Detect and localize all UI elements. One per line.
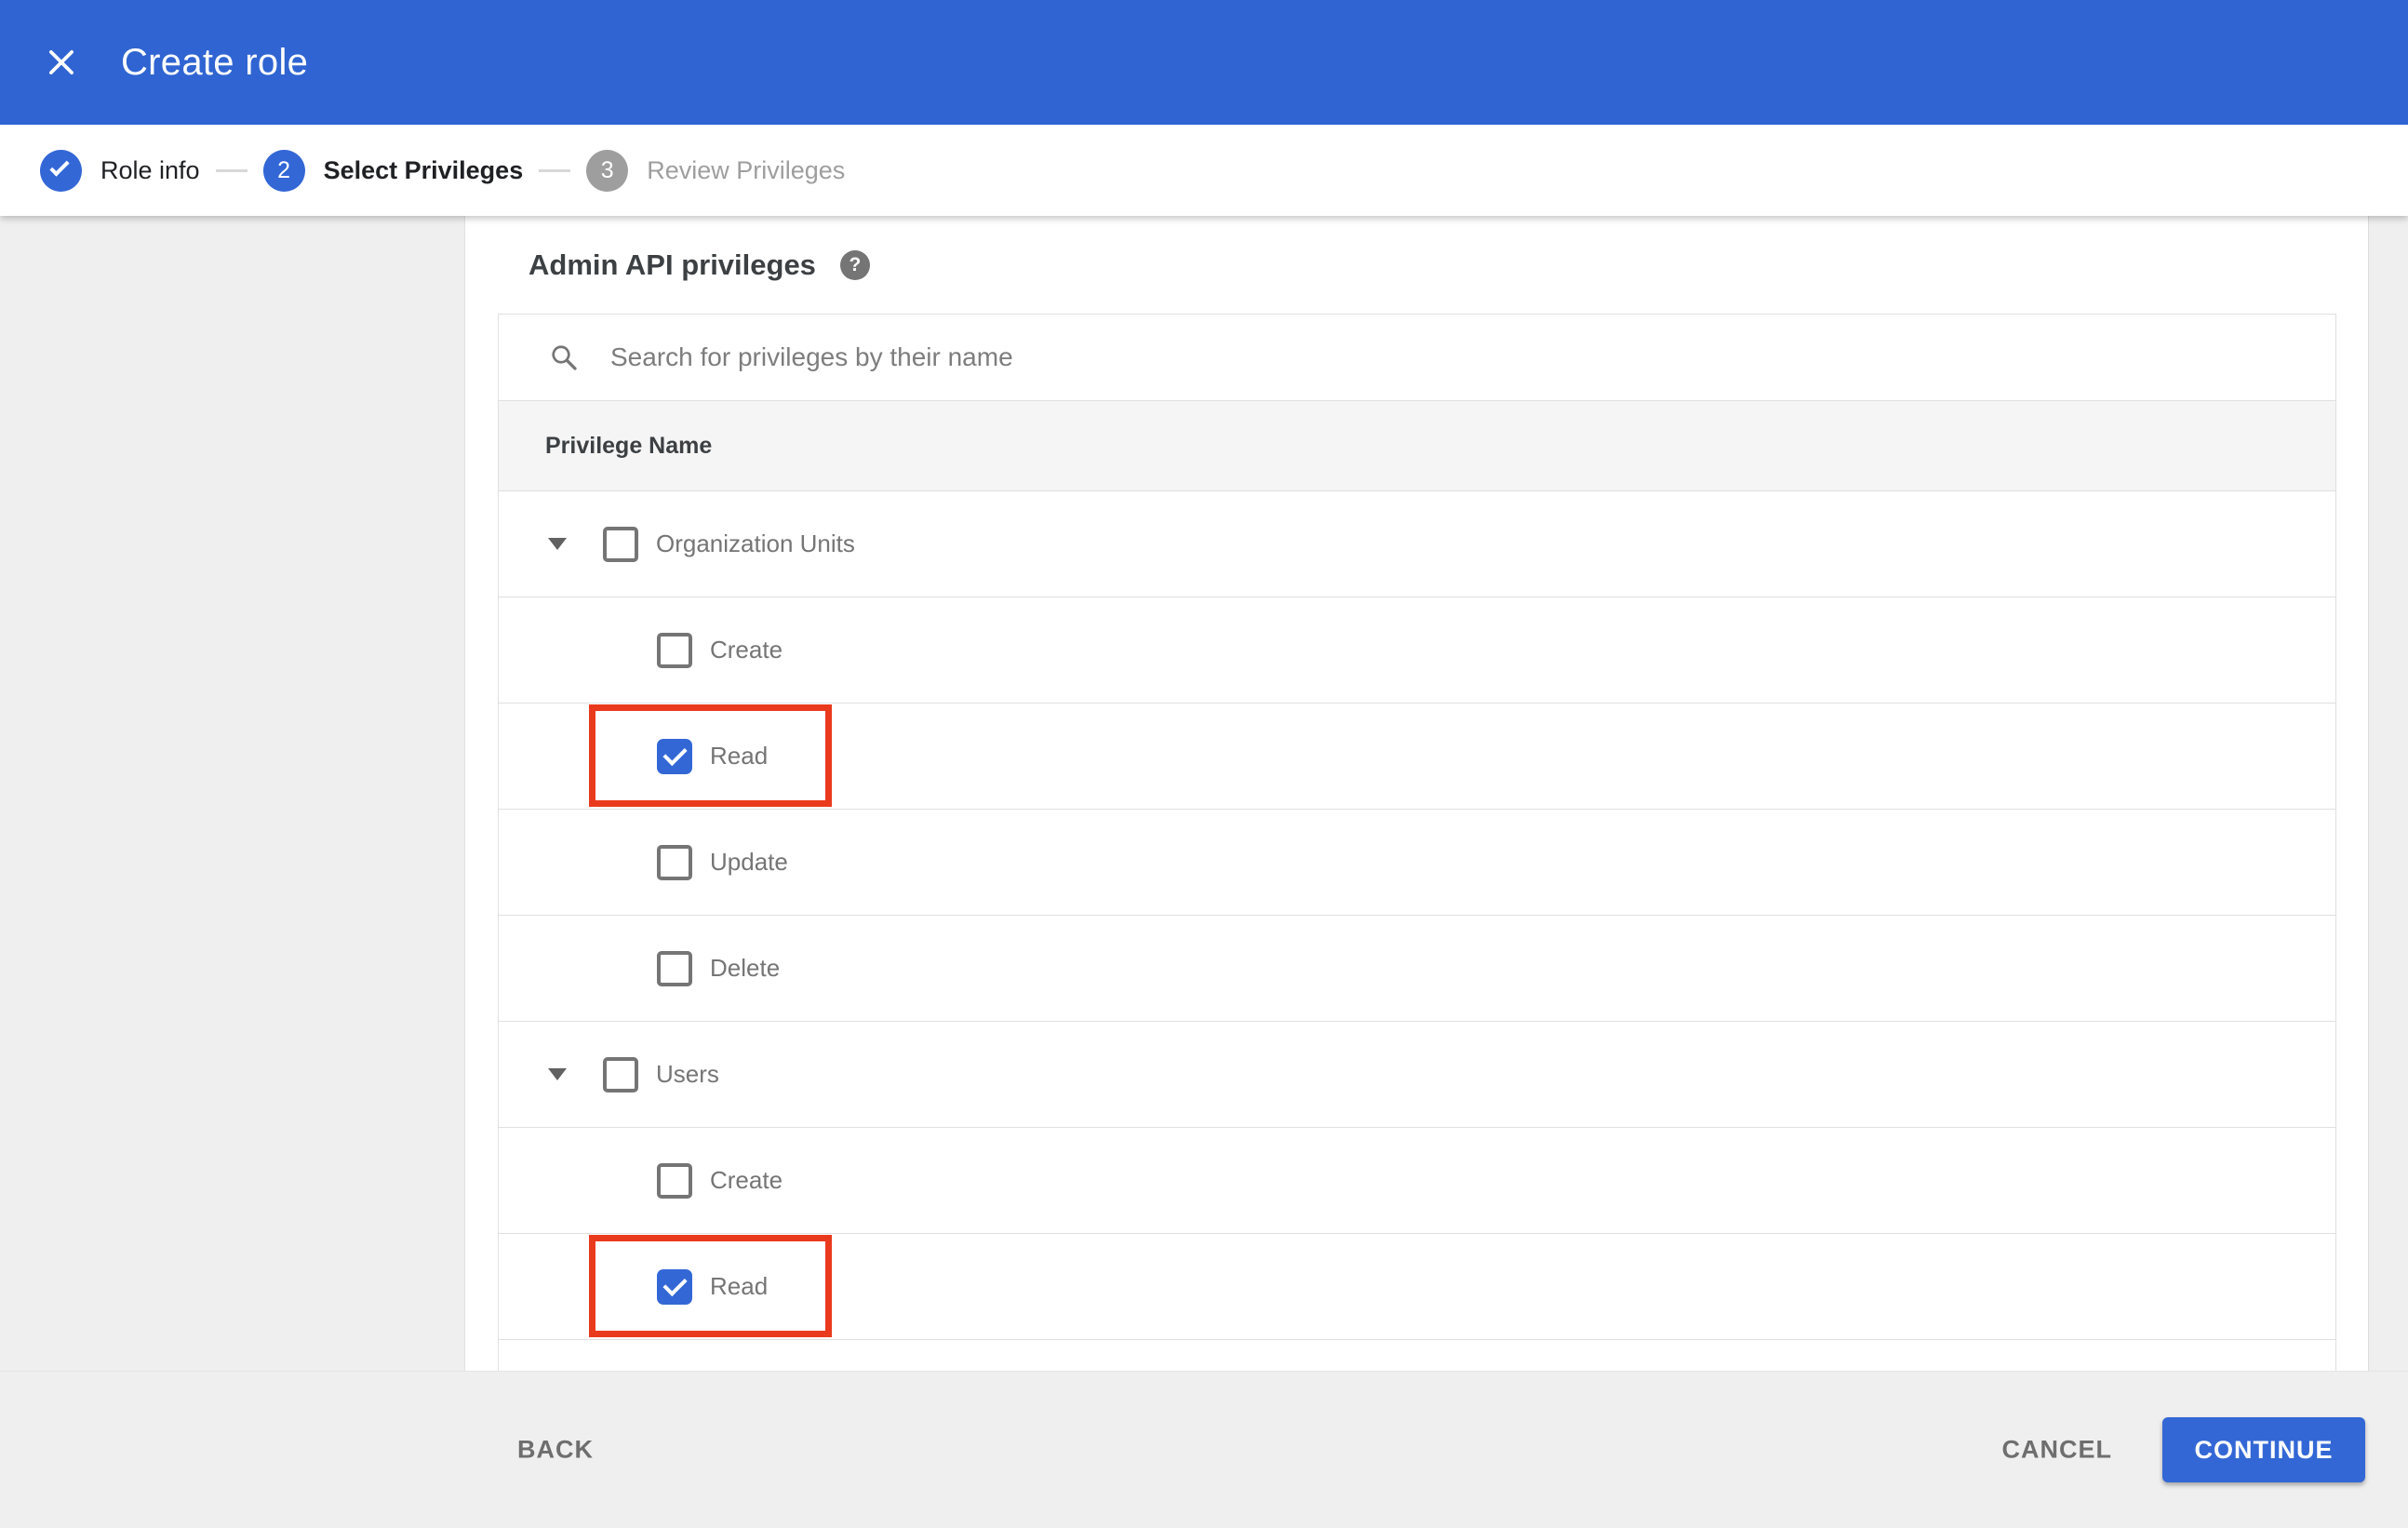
collapse-arrow-icon[interactable] [548,1068,567,1080]
back-button[interactable]: BACK [517,1436,594,1465]
table-header: Privilege Name [499,401,2335,491]
privilege-row: Create [499,597,2335,704]
privilege-checkbox[interactable] [657,844,692,880]
privilege-checkbox[interactable] [657,950,692,986]
dialog-title: Create role [121,41,309,83]
privilege-checkbox[interactable] [603,1056,638,1092]
wizard-stepper: Role info 2 Select Privileges 3 Review P… [0,125,2408,216]
search-input[interactable] [610,342,2006,372]
step-role-info[interactable]: Role info [40,149,200,192]
search-bar [499,315,2335,401]
step-label: Role info [100,155,200,184]
right-gutter [2368,216,2408,1371]
appbar: Create role [0,0,2408,125]
privilege-row: Read [499,1234,2335,1340]
close-icon[interactable] [41,42,82,83]
privilege-row: Create [499,1128,2335,1234]
search-icon [552,345,577,370]
panel-heading: Admin API privileges ? [465,216,2368,314]
privilege-row: Users [499,1022,2335,1128]
content-area: Admin API privileges ? Privilege Name Or… [0,216,2408,1371]
privilege-row [499,1340,2335,1371]
privilege-checkbox[interactable] [657,1268,692,1305]
privilege-row: Read [499,704,2335,810]
step-complete-check-icon [40,149,82,192]
step-select-privileges[interactable]: 2 Select Privileges [262,149,524,192]
step-number-icon: 3 [586,149,629,192]
privilege-label: Users [656,1060,719,1088]
step-label: Review Privileges [647,155,846,184]
privilege-rows: Organization Units Create Read Update De… [499,491,2335,1371]
help-icon[interactable]: ? [839,249,870,280]
panel-title: Admin API privileges [528,248,816,281]
step-connector [539,168,571,172]
privileges-panel: Admin API privileges ? Privilege Name Or… [465,216,2368,1371]
privilege-label: Create [710,1166,783,1194]
privileges-table: Privilege Name Organization Units Create… [498,314,2336,1371]
cancel-button[interactable]: CANCEL [2002,1436,2113,1465]
privilege-checkbox[interactable] [657,738,692,774]
privilege-row: Organization Units [499,491,2335,597]
privilege-label: Delete [710,954,781,982]
left-gutter [0,216,465,1371]
step-review-privileges[interactable]: 3 Review Privileges [586,149,846,192]
continue-button[interactable]: CONTINUE [2162,1417,2365,1482]
privilege-row: Delete [499,916,2335,1022]
step-number-icon: 2 [262,149,305,192]
step-connector [215,168,247,172]
privilege-row: Update [499,810,2335,916]
privilege-label: Update [710,848,788,876]
privilege-label: Create [710,636,783,663]
column-header-privilege-name: Privilege Name [545,432,713,459]
privilege-label: Read [710,1272,769,1300]
privilege-label: Read [710,742,769,770]
step-label: Select Privileges [323,155,524,184]
collapse-arrow-icon[interactable] [548,538,567,550]
privilege-label: Organization Units [656,529,855,557]
privilege-checkbox[interactable] [657,1162,692,1199]
footer-bar: BACK CANCEL CONTINUE [0,1371,2408,1528]
privilege-checkbox[interactable] [603,526,638,562]
privilege-checkbox[interactable] [657,632,692,668]
